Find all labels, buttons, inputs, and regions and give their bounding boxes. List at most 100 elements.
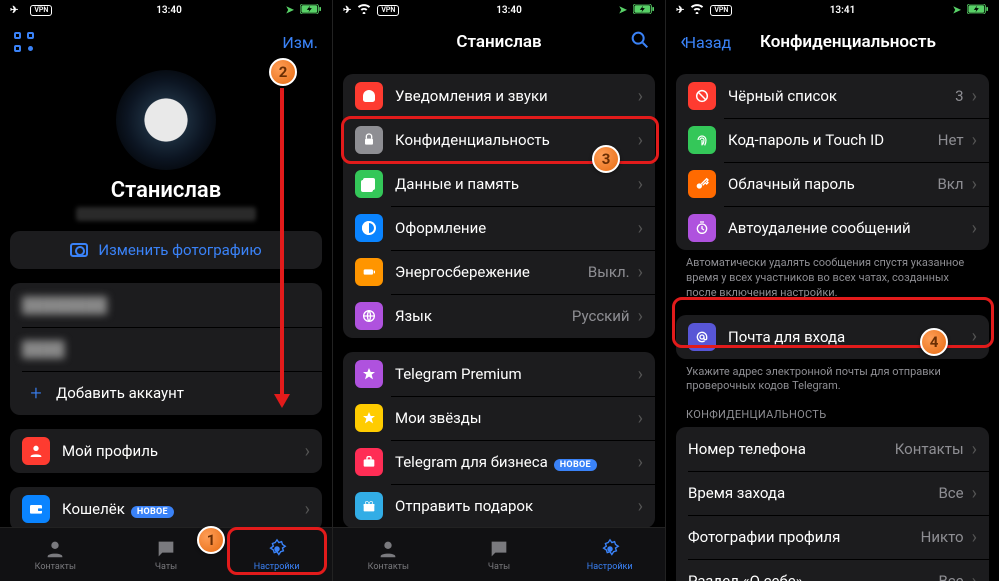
chevron-right-icon: ›	[972, 218, 977, 239]
qr-icon[interactable]	[14, 32, 34, 52]
language-row[interactable]: Язык Русский ›	[343, 294, 655, 338]
location-icon: ➤	[619, 5, 627, 16]
back-button[interactable]: ‹Назад	[680, 31, 760, 53]
tab-bar: Контакты Чаты Настройки	[333, 527, 665, 581]
tab-contacts[interactable]: Контакты	[333, 528, 444, 581]
autodel-note: Автоматически удалять сообщения спустя у…	[676, 256, 989, 301]
step-marker-3: 3	[592, 145, 620, 173]
notifications-label: Уведомления и звуки	[395, 87, 638, 105]
premium-row[interactable]: Telegram Premium ›	[343, 352, 655, 396]
arrow-down-head	[274, 394, 290, 408]
status-bar: ✈ VPN 13:40 ➤	[333, 0, 665, 20]
lastseen-row[interactable]: Время захода Все ›	[676, 471, 989, 515]
chevron-right-icon: ›	[638, 408, 643, 429]
settings-scroll[interactable]: Уведомления и звуки › Конфиденциальность…	[333, 64, 665, 527]
wallet-label: КошелёкНОВОЕ	[62, 500, 305, 518]
nav-bar: Станислав	[333, 20, 665, 64]
my-profile-row[interactable]: Мой профиль ›	[10, 429, 322, 473]
data-label: Данные и память	[395, 175, 638, 193]
lastseen-value: Все	[938, 484, 963, 502]
wallet-row[interactable]: КошелёкНОВОЕ ›	[10, 487, 322, 527]
back-label: Назад	[685, 33, 732, 52]
wifi-icon	[690, 3, 704, 17]
premium-label: Telegram Premium	[395, 365, 638, 383]
login-email-note: Укажите адрес электронной почты для отпр…	[676, 365, 989, 395]
status-time: 13:40	[156, 5, 182, 16]
phone-value: Контакты	[895, 440, 964, 458]
chevron-right-icon: ›	[972, 439, 977, 460]
blacklist-value: 3	[955, 87, 963, 105]
chevron-right-icon: ›	[972, 174, 977, 195]
at-icon	[688, 323, 716, 351]
wifi-icon	[357, 3, 371, 17]
arrow-down	[280, 88, 284, 396]
new-badge: НОВОЕ	[131, 506, 174, 518]
stars-row[interactable]: Мои звёзды ›	[343, 396, 655, 440]
change-photo-button[interactable]: Изменить фотографию	[10, 231, 322, 269]
phone-label: Номер телефона	[688, 440, 895, 458]
passcode-row[interactable]: Код-пароль и Touch ID Нет ›	[676, 118, 989, 162]
notifications-row[interactable]: Уведомления и звуки ›	[343, 74, 655, 118]
power-label: Энергосбережение	[395, 263, 588, 281]
photos-row[interactable]: Фотографии профиля Никто ›	[676, 515, 989, 559]
chevron-right-icon: ›	[972, 86, 977, 107]
blacklist-row[interactable]: Чёрный список 3 ›	[676, 74, 989, 118]
screen-privacy: ✈ VPN 13:41 ➤ ‹Назад Конфиденциальность …	[666, 0, 999, 581]
add-account-label: Добавить аккаунт	[56, 384, 310, 402]
tab-contacts[interactable]: Контакты	[0, 528, 111, 581]
step-marker-1: 1	[197, 526, 225, 554]
about-value: Все	[938, 572, 963, 581]
autodel-row[interactable]: Автоудаление сообщений ›	[676, 206, 989, 250]
tab-bar: Контакты Чаты Настройки	[0, 527, 332, 581]
power-row[interactable]: Энергосбережение Выкл. ›	[343, 250, 655, 294]
battery-icon	[633, 4, 655, 17]
language-value: Русский	[572, 307, 630, 325]
appearance-row[interactable]: Оформление ›	[343, 206, 655, 250]
gift-icon	[355, 492, 383, 520]
tab-label: Настройки	[587, 562, 633, 572]
location-icon: ➤	[286, 5, 294, 16]
language-label: Язык	[395, 307, 572, 325]
star-icon	[355, 360, 383, 388]
search-icon[interactable]	[629, 29, 651, 55]
profile-icon	[22, 437, 50, 465]
tab-settings[interactable]: Настройки	[221, 528, 332, 581]
airplane-icon: ✈	[676, 5, 684, 16]
wallet-icon	[22, 495, 50, 523]
chevron-right-icon: ›	[638, 174, 643, 195]
vpn-icon: VPN	[710, 5, 732, 16]
chevron-right-icon: ›	[638, 218, 643, 239]
chevron-right-icon: ›	[972, 527, 977, 548]
edit-button[interactable]: Изм.	[282, 33, 318, 52]
photos-value: Никто	[921, 528, 964, 546]
blocked-icon	[688, 82, 716, 110]
cloudpass-row[interactable]: Облачный пароль Вкл ›	[676, 162, 989, 206]
chevron-right-icon: ›	[638, 262, 643, 283]
tab-settings[interactable]: Настройки	[554, 528, 665, 581]
about-row[interactable]: Раздел «О себе» Все ›	[676, 559, 989, 581]
account-row-blurred[interactable]: ████	[10, 327, 322, 371]
tab-label: Контакты	[368, 562, 409, 572]
account-row-blurred[interactable]: ████████	[10, 283, 322, 327]
phone-row[interactable]: Номер телефона Контакты ›	[676, 427, 989, 471]
bell-icon	[355, 82, 383, 110]
tab-chats[interactable]: Чаты	[444, 528, 555, 581]
stars-label: Мои звёзды	[395, 409, 638, 427]
battery-icon	[355, 258, 383, 286]
gift-row[interactable]: Отправить подарок ›	[343, 484, 655, 527]
about-label: Раздел «О себе»	[688, 572, 938, 581]
chevron-right-icon: ›	[972, 326, 977, 347]
camera-icon	[70, 243, 88, 257]
photos-label: Фотографии профиля	[688, 528, 921, 546]
step-marker-4: 4	[920, 328, 948, 356]
step-marker-2: 2	[269, 58, 297, 86]
privacy-scroll[interactable]: Чёрный список 3 › Код-пароль и Touch ID …	[666, 64, 999, 581]
business-row[interactable]: Telegram для бизнесаНОВОЕ ›	[343, 440, 655, 484]
battery-icon	[967, 4, 989, 17]
add-account-row[interactable]: + Добавить аккаунт	[10, 371, 322, 415]
screen-profile: ✈ VPN 13:40 ➤ Изм. Станислав Изменить фо…	[0, 0, 333, 581]
chevron-right-icon: ›	[638, 130, 643, 151]
avatar[interactable]	[116, 70, 216, 170]
tab-label: Настройки	[254, 562, 300, 572]
chevron-right-icon: ›	[972, 483, 977, 504]
